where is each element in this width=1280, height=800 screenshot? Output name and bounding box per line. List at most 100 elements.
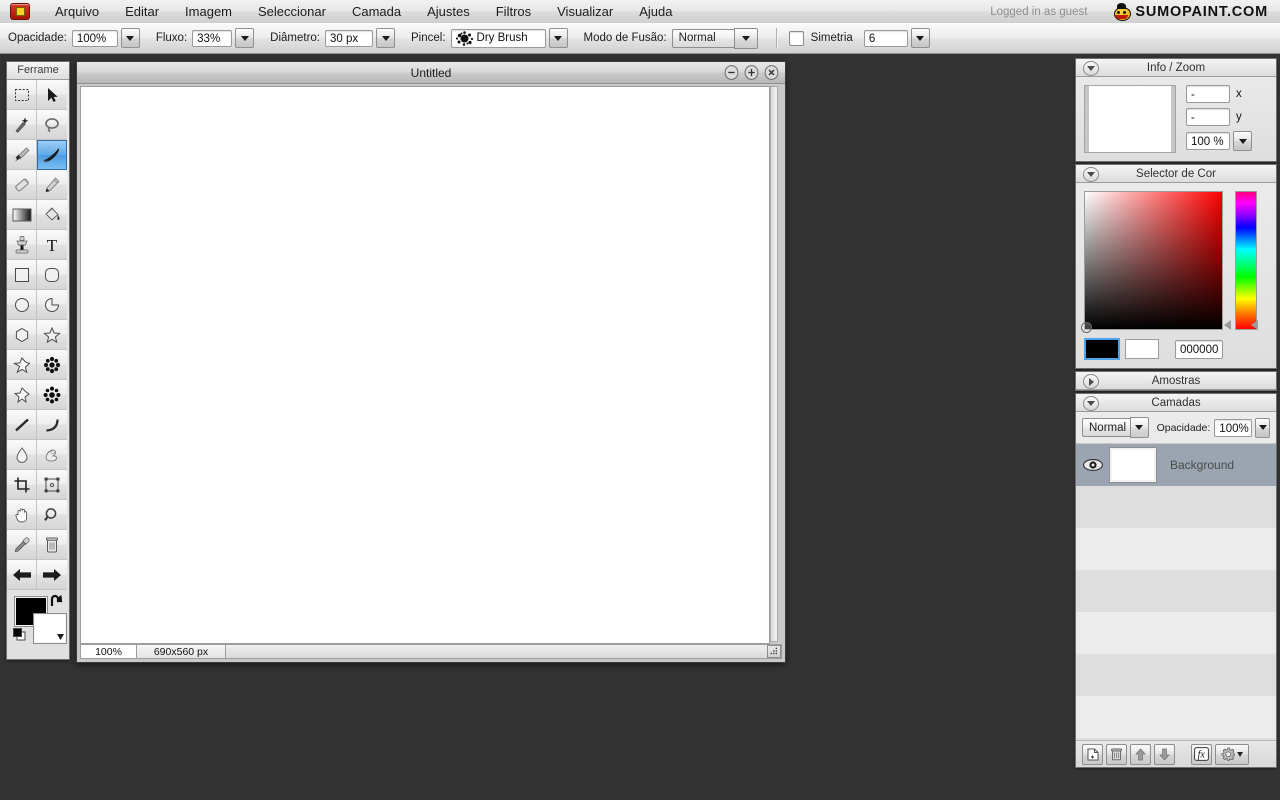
tool-line[interactable] [7,410,37,440]
layer-blend-mode-select[interactable]: Normal [1082,418,1131,437]
hue-slider[interactable] [1235,191,1258,330]
opacity-input[interactable]: 100% [71,29,118,47]
picker-foreground-swatch[interactable] [1084,338,1120,360]
background-swatch-dropdown-icon[interactable] [57,634,64,641]
triangle-down-icon[interactable] [1083,396,1099,411]
tool-smudge[interactable] [37,440,67,470]
layer-effects-button[interactable]: fx [1191,743,1212,765]
tool-clone-stamp[interactable] [7,230,37,260]
info-zoom-header[interactable]: Info / Zoom [1076,59,1276,77]
list-item[interactable] [1076,528,1276,570]
triangle-right-icon[interactable] [1083,374,1099,389]
list-item[interactable] [1076,612,1276,654]
tool-undo[interactable] [7,560,37,590]
tool-star[interactable] [37,320,67,350]
symmetry-input[interactable]: 6 [863,29,908,47]
picker-background-swatch[interactable] [1125,339,1159,359]
tool-polygon[interactable] [7,320,37,350]
menu-imagem[interactable]: Imagem [172,0,245,23]
hex-color-input[interactable]: 000000 [1175,339,1223,359]
tool-trash[interactable] [37,530,67,560]
tool-paint-bucket[interactable] [37,200,67,230]
tool-brush[interactable] [37,140,67,170]
list-item[interactable] [1076,570,1276,612]
symmetry-dropdown-icon[interactable] [910,28,930,48]
layer-thumbnail[interactable] [1109,447,1157,483]
new-layer-button[interactable] [1082,743,1103,765]
tool-pencil[interactable] [37,170,67,200]
delete-layer-button[interactable] [1106,743,1127,765]
move-layer-down-button[interactable] [1154,743,1175,765]
swap-colors-icon[interactable] [49,594,63,607]
blend-mode-dropdown-icon[interactable] [733,27,758,49]
tool-paint-brush[interactable] [7,140,37,170]
layer-blend-dropdown-icon[interactable] [1130,417,1149,438]
tool-ellipse[interactable] [7,290,37,320]
navigator-thumbnail[interactable] [1084,85,1176,153]
menu-ajuda[interactable]: Ajuda [626,0,685,23]
table-row[interactable]: Background [1076,444,1276,486]
tool-flower[interactable] [37,350,67,380]
tool-hand[interactable] [7,500,37,530]
menu-arquivo[interactable]: Arquivo [42,0,112,23]
default-colors-icon[interactable] [13,628,27,641]
tool-curve[interactable] [37,410,67,440]
brush-dropdown-icon[interactable] [548,28,568,48]
list-item[interactable] [1076,654,1276,696]
menu-camada[interactable]: Camada [339,0,414,23]
tool-redo[interactable] [37,560,67,590]
tool-crop[interactable] [7,470,37,500]
menu-ajustes[interactable]: Ajustes [414,0,483,23]
tool-eyedropper[interactable] [7,530,37,560]
blend-mode-select[interactable]: Normal [671,28,734,48]
layer-name[interactable]: Background [1170,458,1234,472]
color-selector-header[interactable]: Selector de Cor [1076,165,1276,183]
canvas-vertical-scrollbar[interactable] [770,86,778,642]
canvas-horizontal-scrollbar[interactable] [225,644,782,659]
tool-move[interactable] [37,80,67,110]
layer-visibility-toggle[interactable] [1076,458,1110,472]
canvas-title-bar[interactable]: Untitled [77,62,785,84]
maximize-icon[interactable] [744,65,759,80]
tool-marquee[interactable] [7,80,37,110]
tool-magic-wand[interactable] [7,110,37,140]
minimize-icon[interactable] [724,65,739,80]
tool-rounded-rectangle[interactable] [37,260,67,290]
close-icon[interactable] [764,65,779,80]
brand-logo[interactable]: SUMOPAINT.COM [1113,3,1268,21]
resize-grip-icon[interactable] [767,645,781,658]
tool-eraser[interactable] [7,170,37,200]
drawing-canvas[interactable] [80,86,770,644]
canvas-zoom-status[interactable]: 100% [80,644,137,659]
sumo-logo-icon[interactable] [10,3,30,20]
tool-shard[interactable] [7,380,37,410]
zoom-dropdown-icon[interactable] [1233,131,1252,151]
move-layer-up-button[interactable] [1130,743,1151,765]
triangle-down-icon[interactable] [1083,167,1099,182]
layer-opacity-dropdown-icon[interactable] [1255,417,1270,438]
menu-seleccionar[interactable]: Seleccionar [245,0,339,23]
symmetry-checkbox[interactable] [788,30,804,46]
layer-settings-button[interactable] [1215,743,1249,765]
tool-star-outline[interactable] [7,350,37,380]
brush-preset-selector[interactable]: Dry Brush [450,28,546,48]
tool-transform[interactable] [37,470,67,500]
tool-rectangle[interactable] [7,260,37,290]
layer-opacity-input[interactable]: 100% [1214,418,1253,437]
tool-gradient[interactable] [7,200,37,230]
diameter-input[interactable]: 30 px [325,29,374,47]
menu-visualizar[interactable]: Visualizar [544,0,626,23]
tool-pie[interactable] [37,290,67,320]
menu-filtros[interactable]: Filtros [483,0,544,23]
zoom-level-input[interactable]: 100 % [1186,132,1230,150]
flow-dropdown-icon[interactable] [235,28,255,48]
swatches-header[interactable]: Amostras [1076,372,1276,390]
opacity-dropdown-icon[interactable] [120,28,140,48]
menu-editar[interactable]: Editar [112,0,172,23]
list-item[interactable] [1076,696,1276,738]
tool-lasso[interactable] [37,110,67,140]
tool-text[interactable]: T [37,230,67,260]
layers-header[interactable]: Camadas [1076,394,1276,412]
diameter-dropdown-icon[interactable] [376,28,396,48]
tool-zoom[interactable] [37,500,67,530]
